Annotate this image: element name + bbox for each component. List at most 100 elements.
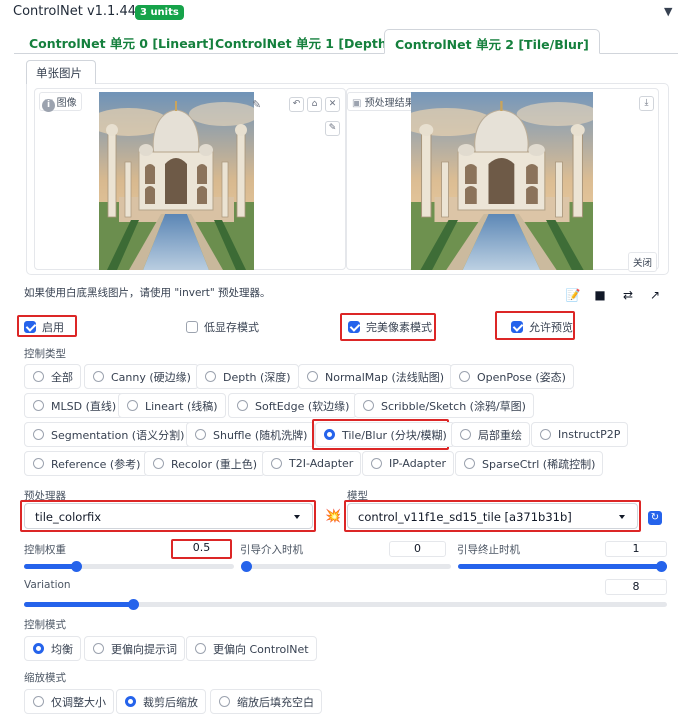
radio-icon[interactable] bbox=[219, 696, 230, 707]
radio-icon[interactable] bbox=[195, 429, 206, 440]
start-input[interactable]: 0 bbox=[389, 541, 446, 557]
radio-icon[interactable] bbox=[205, 371, 216, 382]
control-type-option[interactable]: SparseCtrl (稀疏控制) bbox=[455, 451, 603, 476]
variation-input[interactable]: 8 bbox=[605, 579, 667, 595]
close-preview-button[interactable]: 关闭 bbox=[628, 252, 657, 272]
option-label: Scribble/Sketch (涂鸦/草图) bbox=[381, 398, 526, 414]
checkbox-box[interactable] bbox=[348, 321, 360, 333]
checkbox-box[interactable] bbox=[24, 321, 36, 333]
control-type-label: 控制类型 bbox=[24, 346, 66, 361]
control-type-option[interactable]: 局部重绘 bbox=[451, 422, 530, 447]
resize-mode-option[interactable]: 缩放后填充空白 bbox=[210, 689, 322, 714]
control-type-option[interactable]: T2I-Adapter bbox=[262, 451, 361, 476]
send-icon[interactable]: ↗ bbox=[646, 288, 664, 304]
tab-unit-1[interactable]: ControlNet 单元 1 [Depth] bbox=[205, 29, 402, 54]
end-input[interactable]: 1 bbox=[605, 541, 667, 557]
radio-icon[interactable] bbox=[33, 696, 44, 707]
control-type-option[interactable]: Lineart (线稿) bbox=[118, 393, 226, 418]
option-label: InstructP2P bbox=[558, 428, 620, 441]
control-type-option[interactable]: MLSD (直线) bbox=[24, 393, 124, 418]
start-slider[interactable] bbox=[241, 564, 451, 569]
radio-icon[interactable] bbox=[153, 458, 164, 469]
control-type-option[interactable]: InstructP2P bbox=[531, 422, 628, 447]
radio-icon[interactable] bbox=[363, 400, 374, 411]
control-type-option[interactable]: Shuffle (随机洗牌) bbox=[186, 422, 315, 447]
radio-icon[interactable] bbox=[33, 400, 44, 411]
pixel-perfect-checkbox[interactable]: 完美像素模式 bbox=[348, 320, 432, 334]
option-label: 仅调整大小 bbox=[51, 694, 106, 710]
slider-thumb[interactable] bbox=[128, 599, 139, 610]
radio-icon[interactable] bbox=[195, 643, 206, 654]
checkbox-box[interactable] bbox=[511, 321, 523, 333]
refresh-icon[interactable]: ↻ bbox=[648, 511, 662, 525]
control-type-option[interactable]: Depth (深度) bbox=[196, 364, 299, 389]
radio-icon[interactable] bbox=[324, 429, 335, 440]
radio-icon[interactable] bbox=[33, 643, 44, 654]
radio-icon[interactable] bbox=[307, 371, 318, 382]
resize-mode-option-selected[interactable]: 裁剪后缩放 bbox=[116, 689, 206, 714]
radio-icon[interactable] bbox=[33, 371, 44, 382]
edit-icon[interactable]: ✎ bbox=[325, 121, 340, 136]
input-image bbox=[99, 92, 254, 270]
info-icon[interactable]: i bbox=[42, 99, 55, 112]
document-icon[interactable]: 📝 bbox=[564, 288, 582, 304]
allow-preview-checkbox[interactable]: 允许预览 bbox=[511, 320, 573, 334]
variation-slider[interactable] bbox=[24, 602, 667, 607]
control-mode-option[interactable]: 更偏向 ControlNet bbox=[186, 636, 317, 661]
tab-unit-0[interactable]: ControlNet 单元 0 [Lineart] bbox=[19, 29, 224, 54]
slider-thumb[interactable] bbox=[656, 561, 667, 572]
control-type-option[interactable]: Canny (硬边缘) bbox=[84, 364, 199, 389]
weight-slider[interactable] bbox=[24, 564, 234, 569]
weight-input[interactable]: 0.5 bbox=[173, 541, 230, 557]
radio-icon[interactable] bbox=[93, 643, 104, 654]
run-preprocessor-icon[interactable]: 💥 bbox=[325, 509, 341, 524]
resize-mode-option[interactable]: 仅调整大小 bbox=[24, 689, 114, 714]
control-type-option[interactable]: Scribble/Sketch (涂鸦/草图) bbox=[354, 393, 534, 418]
camera-icon[interactable]: ■ bbox=[591, 288, 609, 304]
control-type-option[interactable]: Recolor (重上色) bbox=[144, 451, 265, 476]
control-type-option[interactable]: 全部 bbox=[24, 364, 81, 389]
tab-single-image[interactable]: 单张图片 bbox=[26, 60, 96, 84]
control-mode-option-selected[interactable]: 均衡 bbox=[24, 636, 81, 661]
control-type-option[interactable]: NormalMap (法线贴图) bbox=[298, 364, 452, 389]
radio-icon[interactable] bbox=[460, 429, 471, 440]
control-type-option[interactable]: Segmentation (语义分割) bbox=[24, 422, 192, 447]
option-label: MLSD (直线) bbox=[51, 398, 116, 414]
radio-icon[interactable] bbox=[237, 400, 248, 411]
download-icon[interactable]: ⤓ bbox=[639, 96, 654, 111]
radio-icon[interactable] bbox=[271, 458, 282, 469]
enable-checkbox[interactable]: 启用 bbox=[24, 320, 64, 334]
radio-icon[interactable] bbox=[464, 458, 475, 469]
radio-icon[interactable] bbox=[125, 696, 136, 707]
end-slider[interactable] bbox=[458, 564, 667, 569]
brush-icon[interactable]: ✎ bbox=[252, 98, 261, 111]
option-label: Canny (硬边缘) bbox=[111, 369, 191, 385]
control-type-option-selected[interactable]: Tile/Blur (分块/模糊) bbox=[315, 422, 455, 447]
radio-icon[interactable] bbox=[127, 400, 138, 411]
slider-thumb[interactable] bbox=[241, 561, 252, 572]
radio-icon[interactable] bbox=[33, 429, 44, 440]
collapse-triangle-icon[interactable]: ▼ bbox=[664, 5, 672, 18]
model-dropdown[interactable]: control_v11f1e_sd15_tile [a371b31b] bbox=[347, 503, 638, 529]
slider-thumb[interactable] bbox=[71, 561, 82, 572]
preprocessor-dropdown[interactable]: tile_colorfix bbox=[24, 503, 313, 529]
control-mode-option[interactable]: 更偏向提示词 bbox=[84, 636, 185, 661]
control-type-option[interactable]: Reference (参考) bbox=[24, 451, 148, 476]
swap-icon[interactable]: ⇄ bbox=[619, 288, 637, 304]
radio-icon[interactable] bbox=[93, 371, 104, 382]
undo-icon[interactable]: ↶ bbox=[289, 97, 304, 112]
clear-icon[interactable]: ✕ bbox=[325, 97, 340, 112]
lowvram-checkbox[interactable]: 低显存模式 bbox=[186, 320, 259, 334]
tab-unit-2[interactable]: ControlNet 单元 2 [Tile/Blur] bbox=[384, 29, 600, 54]
radio-icon[interactable] bbox=[459, 371, 470, 382]
resize-mode-label: 缩放模式 bbox=[24, 670, 66, 685]
radio-icon[interactable] bbox=[371, 458, 382, 469]
slider-fill bbox=[24, 564, 77, 569]
control-type-option[interactable]: OpenPose (姿态) bbox=[450, 364, 574, 389]
control-type-option[interactable]: SoftEdge (软边缘) bbox=[228, 393, 357, 418]
control-type-option[interactable]: IP-Adapter bbox=[362, 451, 454, 476]
erase-icon[interactable]: ⌂ bbox=[307, 97, 322, 112]
radio-icon[interactable] bbox=[540, 429, 551, 440]
radio-icon[interactable] bbox=[33, 458, 44, 469]
checkbox-box[interactable] bbox=[186, 321, 198, 333]
